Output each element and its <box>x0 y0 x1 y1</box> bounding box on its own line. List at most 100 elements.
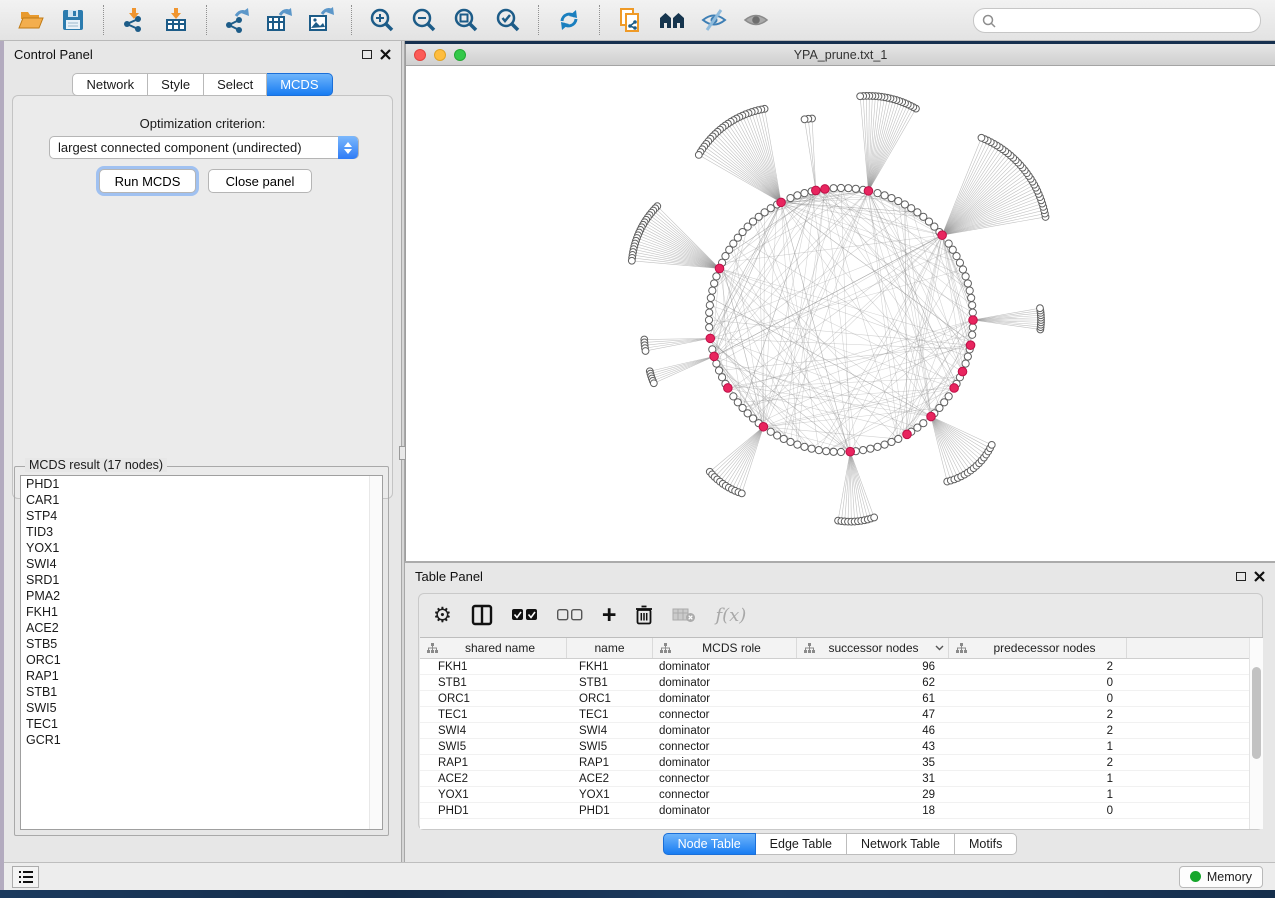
network-node[interactable] <box>711 280 718 287</box>
network-node[interactable] <box>969 324 976 331</box>
network-node[interactable] <box>738 490 745 497</box>
network-node[interactable] <box>801 116 808 123</box>
network-node[interactable] <box>808 445 815 452</box>
network-node[interactable] <box>969 302 976 309</box>
mcds-node[interactable] <box>821 185 830 194</box>
network-node[interactable] <box>978 134 985 141</box>
tab-node-table[interactable]: Node Table <box>663 833 756 855</box>
network-node[interactable] <box>642 348 649 355</box>
table-cell[interactable]: PHD1 <box>420 805 567 817</box>
column-header[interactable]: shared name <box>420 638 567 658</box>
network-node[interactable] <box>815 447 822 454</box>
search-field[interactable] <box>973 8 1261 33</box>
list-item[interactable]: PMA2 <box>21 588 382 604</box>
network-node[interactable] <box>881 192 888 199</box>
mcds-node[interactable] <box>706 334 715 343</box>
table-cell[interactable]: 0 <box>949 677 1127 689</box>
mcds-node[interactable] <box>710 352 719 361</box>
network-node[interactable] <box>968 294 975 301</box>
network-node[interactable] <box>845 185 852 192</box>
mcds-node[interactable] <box>864 187 873 196</box>
network-node[interactable] <box>888 194 895 201</box>
close-icon[interactable] <box>380 49 391 60</box>
network-node[interactable] <box>722 253 729 260</box>
network-node[interactable] <box>857 93 864 100</box>
network-node[interactable] <box>962 360 969 367</box>
network-node[interactable] <box>920 420 927 427</box>
table-cell[interactable]: dominator <box>653 805 797 817</box>
table-cell[interactable]: YOX1 <box>567 789 653 801</box>
network-node[interactable] <box>709 287 716 294</box>
network-from-clipboard-icon[interactable] <box>615 5 645 35</box>
tab-network[interactable]: Network <box>72 73 148 96</box>
network-node[interactable] <box>888 438 895 445</box>
table-cell[interactable]: dominator <box>653 677 797 689</box>
mcds-node[interactable] <box>966 341 975 350</box>
network-node[interactable] <box>959 266 966 273</box>
table-cell[interactable]: 46 <box>797 725 949 737</box>
list-scrollbar[interactable] <box>369 476 382 829</box>
table-row[interactable]: ACE2ACE2connector311 <box>420 771 1263 787</box>
table-cell[interactable]: 31 <box>797 773 949 785</box>
table-cell[interactable]: 1 <box>949 741 1127 753</box>
select-all-icon[interactable] <box>512 609 538 621</box>
network-node[interactable] <box>945 240 952 247</box>
table-cell[interactable]: 1 <box>949 789 1127 801</box>
list-item[interactable]: SRD1 <box>21 572 382 588</box>
table-cell[interactable]: 47 <box>797 709 949 721</box>
network-node[interactable] <box>964 280 971 287</box>
network-node[interactable] <box>801 190 808 197</box>
network-node[interactable] <box>830 185 837 192</box>
network-node[interactable] <box>945 393 952 400</box>
network-node[interactable] <box>860 447 867 454</box>
network-node[interactable] <box>787 194 794 201</box>
table-cell[interactable]: 2 <box>949 709 1127 721</box>
export-table-icon[interactable] <box>264 5 294 35</box>
network-node[interactable] <box>707 294 714 301</box>
table-row[interactable]: STB1STB1dominator620 <box>420 675 1263 691</box>
table-cell[interactable]: SWI4 <box>420 725 567 737</box>
network-node[interactable] <box>901 201 908 208</box>
zoom-in-icon[interactable] <box>367 5 397 35</box>
scrollbar-thumb[interactable] <box>1252 667 1261 759</box>
table-scrollbar[interactable] <box>1249 638 1263 829</box>
open-session-icon[interactable] <box>16 5 46 35</box>
list-item[interactable]: GCR1 <box>21 732 382 748</box>
table-cell[interactable]: TEC1 <box>420 709 567 721</box>
column-header[interactable]: name <box>567 638 653 658</box>
table-settings-icon[interactable]: ⚙ <box>433 605 452 626</box>
column-header[interactable]: predecessor nodes <box>949 638 1127 658</box>
hide-selected-icon[interactable] <box>699 5 729 35</box>
table-cell[interactable]: FKH1 <box>420 661 567 673</box>
network-node[interactable] <box>713 273 720 280</box>
save-session-icon[interactable] <box>58 5 88 35</box>
export-image-icon[interactable] <box>306 5 336 35</box>
list-item[interactable]: RAP1 <box>21 668 382 684</box>
close-icon[interactable] <box>1254 571 1265 582</box>
network-node[interactable] <box>962 273 969 280</box>
network-node[interactable] <box>852 185 859 192</box>
network-node[interactable] <box>881 441 888 448</box>
add-column-icon[interactable]: + <box>602 603 617 628</box>
network-node[interactable] <box>966 287 973 294</box>
memory-button[interactable]: Memory <box>1179 866 1263 888</box>
table-row[interactable]: FKH1FKH1dominator962 <box>420 659 1263 675</box>
mcds-node[interactable] <box>759 422 768 431</box>
table-cell[interactable]: TEC1 <box>567 709 653 721</box>
network-node[interactable] <box>774 432 781 439</box>
column-header[interactable]: successor nodes <box>797 638 949 658</box>
table-cell[interactable]: 2 <box>949 757 1127 769</box>
tab-edge-table[interactable]: Edge Table <box>756 833 847 855</box>
network-node[interactable] <box>718 374 725 381</box>
table-cell[interactable]: connector <box>653 709 797 721</box>
import-network-icon[interactable] <box>119 5 149 35</box>
table-cell[interactable]: dominator <box>653 693 797 705</box>
network-node[interactable] <box>969 331 976 338</box>
close-panel-button[interactable]: Close panel <box>208 169 312 193</box>
table-row[interactable]: YOX1YOX1connector291 <box>420 787 1263 803</box>
mcds-node[interactable] <box>724 384 733 393</box>
table-cell[interactable]: FKH1 <box>567 661 653 673</box>
first-neighbors-icon[interactable] <box>657 5 687 35</box>
table-cell[interactable]: 29 <box>797 789 949 801</box>
table-cell[interactable]: SWI5 <box>567 741 653 753</box>
